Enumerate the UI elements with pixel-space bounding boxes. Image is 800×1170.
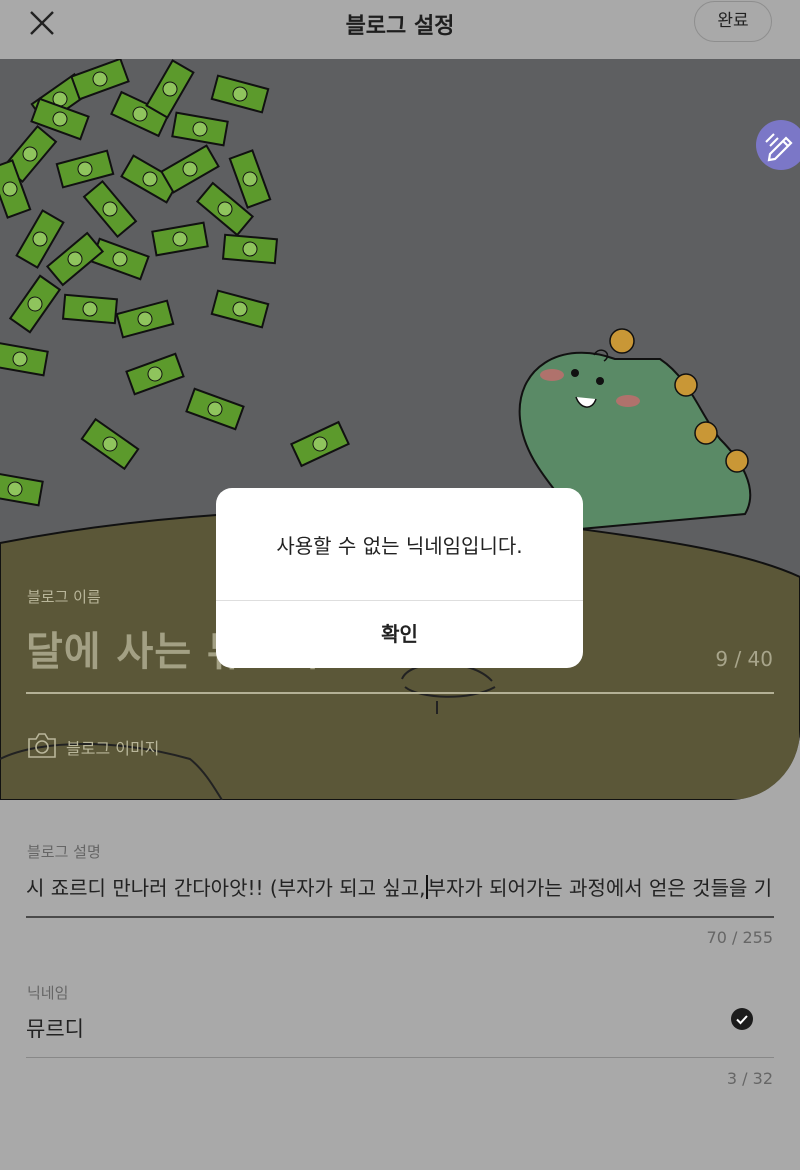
camera-icon[interactable] [27, 731, 57, 759]
confirm-button[interactable]: 확인 [216, 601, 583, 668]
nickname-input[interactable]: 뮤르디 [26, 1013, 84, 1043]
nickname-label: 닉네임 [27, 984, 69, 1002]
blog-description-input[interactable]: 시 죠르디 만나러 간다아앗!! (부자가 되고 싶고, 부자가 되어가는 과정에… [26, 872, 774, 901]
top-bar: 블로그 설정 완료 [0, 0, 800, 60]
blog-name-char-count: 9 / 40 [715, 647, 773, 671]
pencil-icon [765, 133, 793, 162]
blog-image-button[interactable]: 블로그 이미지 [66, 735, 159, 759]
blog-description-char-count: 70 / 255 [706, 928, 773, 947]
nickname-char-count: 3 / 32 [726, 1069, 773, 1088]
done-button[interactable]: 완료 [694, 1, 772, 42]
nickname-underline [26, 1057, 774, 1058]
description-text-before-caret: 시 죠르디 만나러 간다아앗!! (부자가 되고 싶고, [26, 876, 426, 900]
check-circle-icon [731, 1008, 753, 1030]
blog-name-underline [26, 692, 774, 694]
blog-description-label: 블로그 설명 [27, 843, 101, 861]
dialog-message: 사용할 수 없는 닉네임입니다. [276, 534, 523, 558]
blog-description-underline [26, 916, 774, 918]
description-text-after-caret: 부자가 되어가는 과정에서 얻은 것들을 기 [427, 876, 773, 900]
cover-illustration [0, 59, 800, 800]
blog-cover[interactable]: 블로그 이름 달에 사는 뮤르디 9 / 40 블로그 이미지 [0, 59, 800, 800]
error-dialog: 사용할 수 없는 닉네임입니다. 확인 [216, 488, 583, 668]
page-title: 블로그 설정 [345, 14, 455, 39]
money-bills-illustration [0, 59, 350, 507]
blog-name-label: 블로그 이름 [27, 588, 101, 606]
edit-cover-button[interactable] [756, 120, 800, 170]
